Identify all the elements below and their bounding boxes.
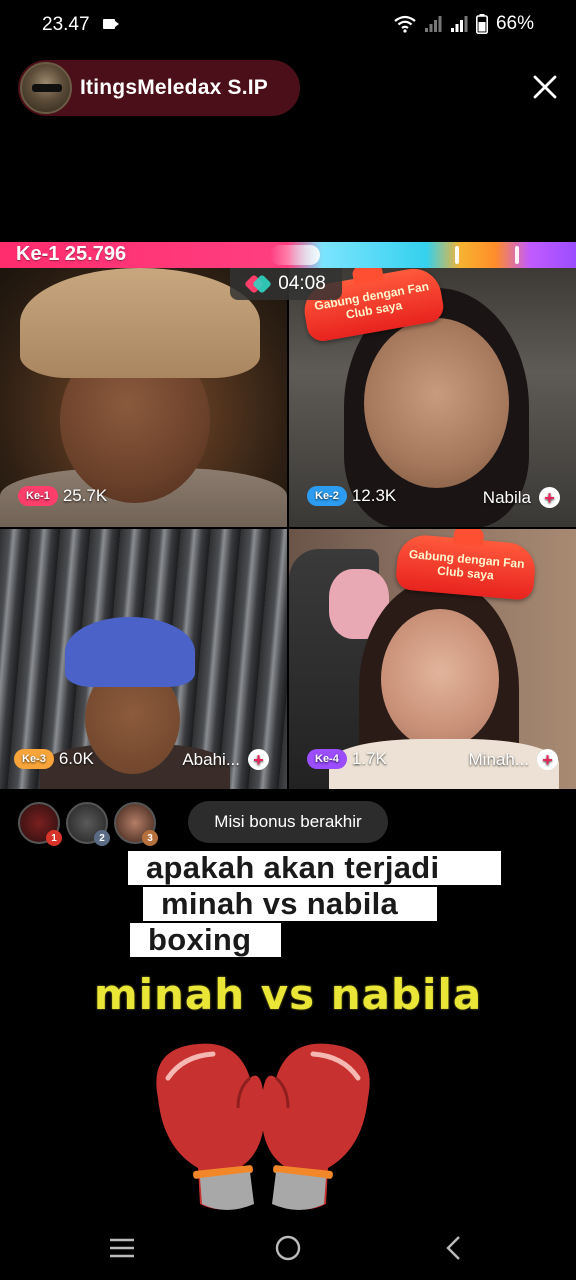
host-profile-pill[interactable]: ItingsMeledax S.IP xyxy=(18,60,300,116)
participant-name-row: Minah... + xyxy=(469,749,558,770)
participant-score: Ke-2 12.3K xyxy=(307,486,396,506)
overlay-title: minah vs nabila xyxy=(93,970,483,1019)
host-name: ItingsMeledax S.IP xyxy=(80,76,268,99)
home-circle-icon xyxy=(275,1235,301,1261)
signal-icon xyxy=(450,16,468,32)
viewer-rank: 3 xyxy=(142,830,158,846)
participant-score: Ke-1 25.7K xyxy=(18,486,107,506)
battery-percent: 66% xyxy=(495,13,534,34)
right-glove-icon xyxy=(261,1043,370,1210)
status-time: 23.47 xyxy=(42,14,90,35)
participant-video xyxy=(381,609,499,749)
participant-score: Ke-4 1.7K xyxy=(307,749,387,769)
score-value: 6.0K xyxy=(58,749,94,768)
signal-weak-icon xyxy=(424,16,442,32)
wifi-icon xyxy=(394,15,416,33)
viewer-rank: 2 xyxy=(94,830,110,846)
participant-name: Nabila xyxy=(482,487,531,507)
close-icon xyxy=(533,75,557,99)
participant-name-row: Nabila + xyxy=(483,487,560,508)
battle-timer: 04:08 xyxy=(230,268,342,300)
follow-plus-button[interactable]: + xyxy=(537,749,558,770)
viewer-avatar[interactable]: 2 xyxy=(66,802,110,846)
status-indicators: 66% xyxy=(394,13,534,35)
battery-icon xyxy=(475,14,488,34)
viewer-rank: 1 xyxy=(46,830,62,846)
rank-badge: Ke-3 xyxy=(14,749,54,769)
participant-video xyxy=(364,318,509,488)
rank-badge: Ke-4 xyxy=(307,749,347,769)
rank-badge: Ke-1 xyxy=(18,486,58,506)
recent-apps-button[interactable] xyxy=(102,1233,142,1263)
score-value: 12.3K xyxy=(351,486,397,505)
score-value: 25.7K xyxy=(62,486,108,505)
caption-line-1: apakah akan terjadi xyxy=(128,851,501,885)
caption-line-2: minah vs nabila xyxy=(143,887,437,921)
participant-score: Ke-3 6.0K xyxy=(14,749,94,769)
video-tile-1[interactable]: Ke-1 25.7K xyxy=(0,268,287,527)
host-avatar[interactable] xyxy=(20,62,72,114)
system-nav-bar xyxy=(0,1215,576,1280)
participant-name: Minah... xyxy=(468,749,529,769)
timer-value: 04:08 xyxy=(278,273,326,294)
screen-record-icon xyxy=(103,19,119,29)
menu-icon xyxy=(110,1238,134,1258)
follow-plus-button[interactable]: + xyxy=(539,487,560,508)
viewer-avatar[interactable]: 3 xyxy=(114,802,158,846)
top-viewers: 1 2 3 xyxy=(18,802,162,846)
back-chevron-icon xyxy=(446,1236,460,1260)
video-tile-3[interactable]: Ke-3 6.0K Abahi... + xyxy=(0,529,287,789)
mission-text: Misi bonus berakhir xyxy=(214,812,362,831)
status-bar: 23.47 66% xyxy=(0,0,576,50)
bonus-mission-pill[interactable]: Misi bonus berakhir xyxy=(188,801,388,843)
rank-badge: Ke-2 xyxy=(307,486,347,506)
fan-club-badge[interactable]: Gabung dengan Fan Club saya xyxy=(394,533,538,601)
left-glove-icon xyxy=(156,1043,265,1210)
participant-name: Abahi... xyxy=(182,749,240,769)
video-tile-4[interactable]: Gabung dengan Fan Club saya Ke-4 1.7K Mi… xyxy=(289,529,576,789)
battle-score-label: Ke-1 25.796 xyxy=(16,243,127,265)
participant-name-row: Abahi... + xyxy=(182,749,269,770)
video-tile-2[interactable]: Gabung dengan Fan Club saya Ke-2 12.3K N… xyxy=(289,268,576,527)
score-value: 1.7K xyxy=(351,749,387,768)
caption-line-3: boxing xyxy=(130,923,281,957)
boxing-gloves-icon xyxy=(156,1043,370,1210)
fan-club-text: Gabung dengan Fan Club saya xyxy=(408,547,526,583)
home-button[interactable] xyxy=(268,1233,308,1263)
close-button[interactable] xyxy=(530,70,560,104)
back-button[interactable] xyxy=(434,1233,474,1263)
follow-plus-button[interactable]: + xyxy=(248,749,269,770)
viewer-avatar[interactable]: 1 xyxy=(18,802,62,846)
battle-icon xyxy=(244,274,273,294)
